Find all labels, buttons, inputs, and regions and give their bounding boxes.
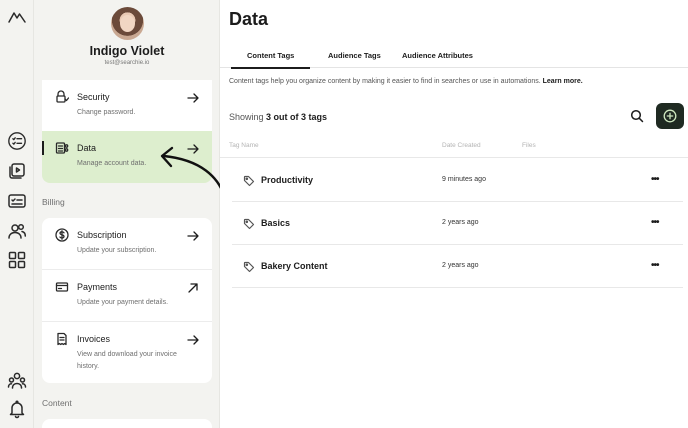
avatar[interactable] (111, 7, 144, 40)
plus-circle-icon (663, 109, 677, 123)
learn-more-link[interactable]: Learn more. (543, 78, 583, 85)
tag-name[interactable]: Basics (261, 218, 290, 228)
tag-date: 2 years ago (442, 262, 479, 269)
profile-name: Indigo Violet (89, 44, 165, 58)
content-card (42, 419, 212, 428)
page-title: Data (229, 9, 269, 29)
profile-email: test@searchie.io (104, 60, 150, 66)
tab-audience-tags[interactable]: Audience Tags (328, 51, 381, 60)
arrow-right-icon (187, 91, 199, 103)
more-options-icon[interactable]: ••• (651, 260, 659, 271)
tag-name[interactable]: Bakery Content (261, 261, 328, 271)
invoices-row[interactable]: Invoices View and download your invoice … (42, 322, 212, 383)
list-icon[interactable] (6, 130, 28, 152)
receipt-icon (55, 332, 69, 346)
tab-audience-attributes[interactable]: Audience Attributes (402, 51, 473, 60)
annotation-arrow (160, 146, 226, 197)
column-tag-name[interactable]: Tag Name (229, 142, 259, 149)
logo-icon[interactable] (6, 6, 28, 28)
billing-section-label: Billing (42, 197, 65, 207)
table-row[interactable]: Basics 2 years ago ••• (232, 202, 683, 245)
search-icon (630, 109, 644, 123)
tag-date: 9 minutes ago (442, 176, 486, 183)
invoices-subtitle: View and download your invoice history. (77, 351, 177, 370)
settings-panel: Indigo Violet test@searchie.io Security … (34, 0, 220, 428)
tag-icon (243, 260, 255, 273)
tag-icon (243, 217, 255, 230)
tag-date: 2 years ago (442, 219, 479, 226)
billing-card: Subscription Update your subscription. P… (42, 218, 212, 383)
payments-subtitle: Update your payment details. (77, 299, 169, 306)
apps-icon[interactable] (6, 249, 28, 271)
column-files[interactable]: Files (522, 142, 536, 149)
search-button[interactable] (630, 109, 646, 125)
media-icon[interactable] (6, 160, 28, 182)
content-section-label: Content (42, 398, 72, 408)
subscription-title: Subscription (77, 230, 127, 240)
team-icon[interactable] (6, 369, 28, 391)
more-options-icon[interactable]: ••• (651, 217, 659, 228)
security-subtitle: Change password. (77, 109, 136, 116)
security-title: Security (77, 92, 110, 102)
security-row[interactable]: Security Change password. (42, 80, 212, 131)
subscription-row[interactable]: Subscription Update your subscription. (42, 218, 212, 269)
table-row[interactable]: Productivity 9 minutes ago ••• (232, 159, 683, 202)
table-header: Tag Name Date Created Files (220, 141, 688, 158)
shield-icon (55, 90, 70, 104)
more-options-icon[interactable]: ••• (651, 174, 659, 185)
profile-header: Indigo Violet test@searchie.io (34, 0, 219, 80)
page-description: Content tags help you organize content b… (229, 78, 583, 85)
notifications-icon[interactable] (6, 398, 28, 420)
tag-icon (243, 174, 255, 187)
external-link-icon (187, 281, 199, 293)
arrow-right-icon (187, 333, 199, 345)
tab-content-tags[interactable]: Content Tags (230, 51, 311, 69)
credit-card-icon (55, 280, 69, 294)
tab-bar: Content Tags Audience Tags Audience Attr… (220, 44, 688, 69)
subscription-subtitle: Update your subscription. (77, 247, 157, 254)
users-icon[interactable] (6, 220, 28, 242)
payments-title: Payments (77, 282, 118, 292)
showing-prefix: Showing (229, 112, 264, 122)
dollar-icon (55, 228, 69, 242)
add-tag-button[interactable] (656, 103, 684, 129)
account-card: Security Change password. (42, 80, 212, 131)
payments-row[interactable]: Payments Update your payment details. (42, 270, 212, 321)
icon-rail (0, 0, 34, 428)
description-text: Content tags help you organize content b… (229, 78, 541, 85)
database-icon (55, 141, 69, 155)
tag-name[interactable]: Productivity (261, 175, 313, 185)
showing-count: 3 out of 3 tags (266, 112, 328, 122)
card-icon[interactable] (6, 190, 28, 212)
arrow-right-icon (187, 229, 199, 241)
table-row[interactable]: Bakery Content 2 years ago ••• (232, 245, 683, 288)
data-title: Data (77, 143, 97, 153)
result-count: Showing 3 out of 3 tags (229, 112, 327, 122)
invoices-title: Invoices (77, 334, 111, 344)
column-date-created[interactable]: Date Created (442, 142, 481, 149)
main-content: Data Content Tags Audience Tags Audience… (220, 0, 688, 428)
